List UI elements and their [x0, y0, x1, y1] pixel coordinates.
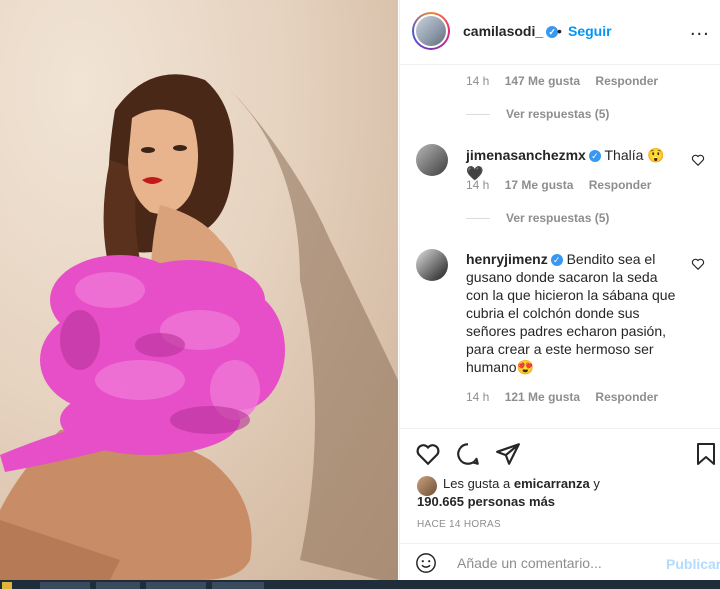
taskbar-app[interactable]: [212, 582, 264, 589]
comment-likes[interactable]: 147 Me gusta: [505, 74, 580, 88]
view-replies-button[interactable]: Ver respuestas (5): [466, 107, 609, 121]
author-avatar[interactable]: [412, 12, 450, 50]
comment-meta: 14 h 121 Me gusta Responder: [466, 390, 670, 404]
verified-icon: ✓: [588, 150, 601, 163]
reply-button[interactable]: Responder: [595, 74, 658, 88]
view-replies-label[interactable]: Ver respuestas (5): [506, 211, 609, 225]
comment-time[interactable]: 14 h: [466, 178, 489, 192]
taskbar-app[interactable]: [96, 582, 140, 589]
start-button[interactable]: [2, 582, 12, 589]
bookmark-icon[interactable]: [694, 441, 718, 467]
follow-button[interactable]: Seguir: [568, 23, 612, 39]
like-comment-heart-icon[interactable]: [691, 257, 705, 271]
author-username[interactable]: camilasodi_ ✓: [463, 23, 559, 39]
commenter-avatar[interactable]: [416, 249, 448, 281]
comments-list[interactable]: 14 h 147 Me gusta Responder Ver respuest…: [400, 65, 720, 427]
add-comment-bar: Publicar: [400, 543, 720, 582]
header-separator: •: [557, 23, 562, 39]
emoji-icon[interactable]: [415, 552, 437, 574]
commenter-avatar[interactable]: [416, 144, 448, 176]
comment-meta: 14 h 147 Me gusta Responder: [466, 74, 670, 88]
comment-time[interactable]: 14 h: [466, 74, 489, 88]
like-comment-heart-icon[interactable]: [691, 153, 705, 167]
reply-button[interactable]: Responder: [595, 390, 658, 404]
comment-time[interactable]: 14 h: [466, 390, 489, 404]
comment-body: jimenasanchezmx ✓ Thalía 😲🖤: [466, 146, 682, 182]
publish-button[interactable]: Publicar: [666, 556, 720, 572]
taskbar-app[interactable]: [146, 582, 206, 589]
os-taskbar: [0, 580, 720, 589]
commenter-username[interactable]: henryjimenz: [466, 251, 548, 267]
likes-count[interactable]: 190.665 personas más: [417, 494, 555, 509]
likes-summary: Les gusta a emicarranza y: [443, 476, 600, 491]
comment-icon[interactable]: [455, 441, 481, 467]
post-image[interactable]: [0, 0, 398, 580]
verified-icon: ✓: [550, 254, 563, 267]
likes-conjunction: y: [593, 476, 600, 491]
heart-icon[interactable]: [415, 441, 441, 467]
comment-text: Bendito sea el gusano donde sacaron la s…: [466, 251, 676, 375]
view-replies-label[interactable]: Ver respuestas (5): [506, 107, 609, 121]
replies-line: [466, 218, 490, 220]
post-timestamp[interactable]: HACE 14 HORAS: [417, 519, 501, 530]
comment-input[interactable]: [455, 554, 659, 572]
liker-username[interactable]: emicarranza: [514, 476, 590, 491]
taskbar-app[interactable]: [40, 582, 90, 589]
post-actions: Les gusta a emicarranza y 190.665 person…: [400, 428, 720, 581]
liker-avatar[interactable]: [417, 476, 437, 496]
comment-likes[interactable]: 121 Me gusta: [505, 390, 580, 404]
share-icon[interactable]: [495, 441, 521, 467]
commenter-username[interactable]: jimenasanchezmx: [466, 147, 586, 163]
replies-line: [466, 114, 490, 116]
post-photo-illustration: [0, 74, 398, 580]
comment-likes[interactable]: 17 Me gusta: [505, 178, 574, 192]
author-username-text[interactable]: camilasodi_: [463, 23, 543, 39]
likes-prefix: Les gusta a: [443, 476, 511, 491]
comment-meta: 14 h 17 Me gusta Responder: [466, 178, 663, 192]
more-options-icon[interactable]: ...: [690, 18, 710, 41]
view-replies-button[interactable]: Ver respuestas (5): [466, 211, 609, 225]
comment-body: henryjimenz ✓ Bendito sea el gusano donde…: [466, 250, 682, 376]
post-header: camilasodi_ ✓ • Seguir ...: [400, 0, 720, 65]
post-details-panel: camilasodi_ ✓ • Seguir ... 14 h 147 Me gu…: [399, 0, 720, 580]
reply-button[interactable]: Responder: [589, 178, 652, 192]
